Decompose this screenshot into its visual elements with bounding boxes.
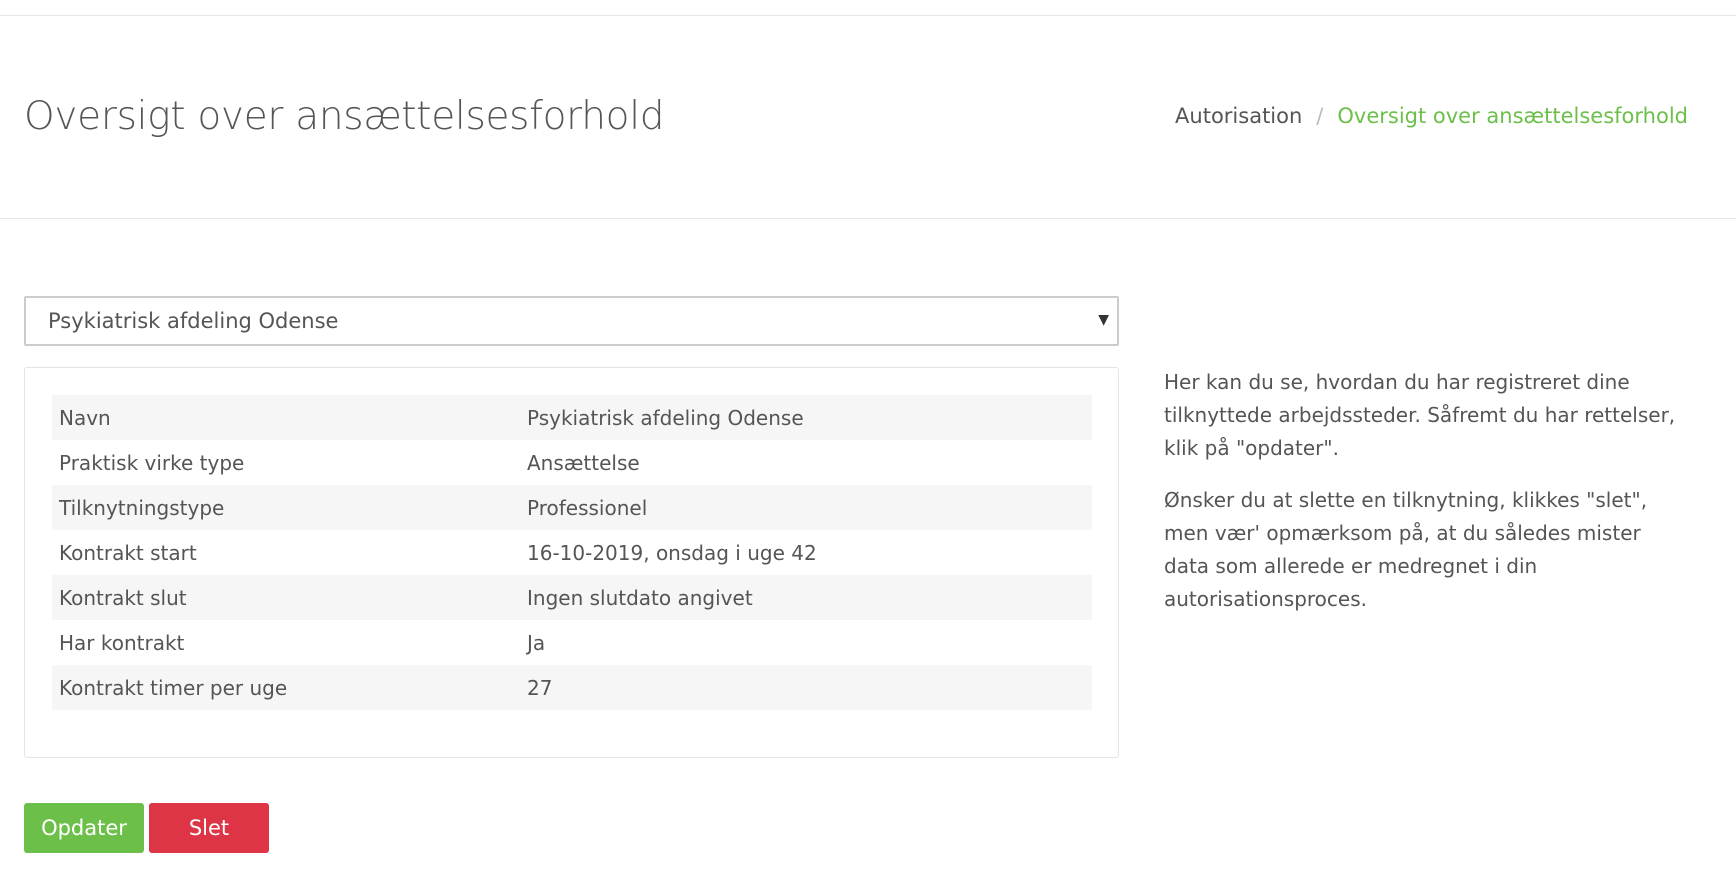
delete-button[interactable]: Slet [149,803,269,853]
detail-label: Kontrakt timer per uge [59,675,288,700]
detail-value: 27 [527,675,553,700]
table-row: Kontrakt start 16-10-2019, onsdag i uge … [52,530,1092,575]
employment-details-table: Navn Psykiatrisk afdeling Odense Praktis… [52,395,1092,710]
breadcrumb: Autorisation / Oversigt over ansættelses… [1175,104,1688,128]
workplace-select-value: Psykiatrisk afdeling Odense [48,309,339,333]
table-row: Har kontrakt Ja [52,620,1092,665]
update-button[interactable]: Opdater [24,803,144,853]
detail-label: Kontrakt slut [59,585,187,610]
detail-value: Ja [527,630,546,655]
detail-value: Ingen slutdato angivet [527,585,753,610]
breadcrumb-item-autorisation[interactable]: Autorisation [1175,104,1302,128]
employment-details-panel: Navn Psykiatrisk afdeling Odense Praktis… [24,367,1119,758]
table-row: Tilknytningstype Professionel [52,485,1092,530]
caret-down-icon: ▼ [1098,312,1109,328]
detail-label: Navn [59,405,111,430]
help-paragraph: Her kan du se, hvordan du har registrere… [1164,370,1676,460]
breadcrumb-separator: / [1316,104,1324,128]
detail-label: Tilknytningstype [59,495,225,520]
help-paragraph: Ønsker du at slette en tilknytning, klik… [1164,488,1648,611]
table-row: Kontrakt timer per uge 27 [52,665,1092,710]
top-divider [0,0,1736,16]
detail-label: Har kontrakt [59,630,185,655]
table-row: Navn Psykiatrisk afdeling Odense [52,395,1092,440]
breadcrumb-item-current: Oversigt over ansættelsesforhold [1337,104,1688,128]
table-row: Kontrakt slut Ingen slutdato angivet [52,575,1092,620]
detail-label: Praktisk virke type [59,450,245,475]
help-text: Her kan du se, hvordan du har registrere… [1164,366,1684,635]
workplace-select[interactable]: Psykiatrisk afdeling Odense ▼ [24,296,1119,346]
detail-value: Ansættelse [527,450,640,475]
detail-value: 16-10-2019, onsdag i uge 42 [527,540,817,565]
table-row: Praktisk virke type Ansættelse [52,440,1092,485]
page-title: Oversigt over ansættelsesforhold [24,94,665,139]
detail-label: Kontrakt start [59,540,197,565]
detail-value: Professionel [527,495,648,520]
page-header: Oversigt over ansættelsesforhold Autoris… [0,16,1736,219]
detail-value: Psykiatrisk afdeling Odense [527,405,804,430]
